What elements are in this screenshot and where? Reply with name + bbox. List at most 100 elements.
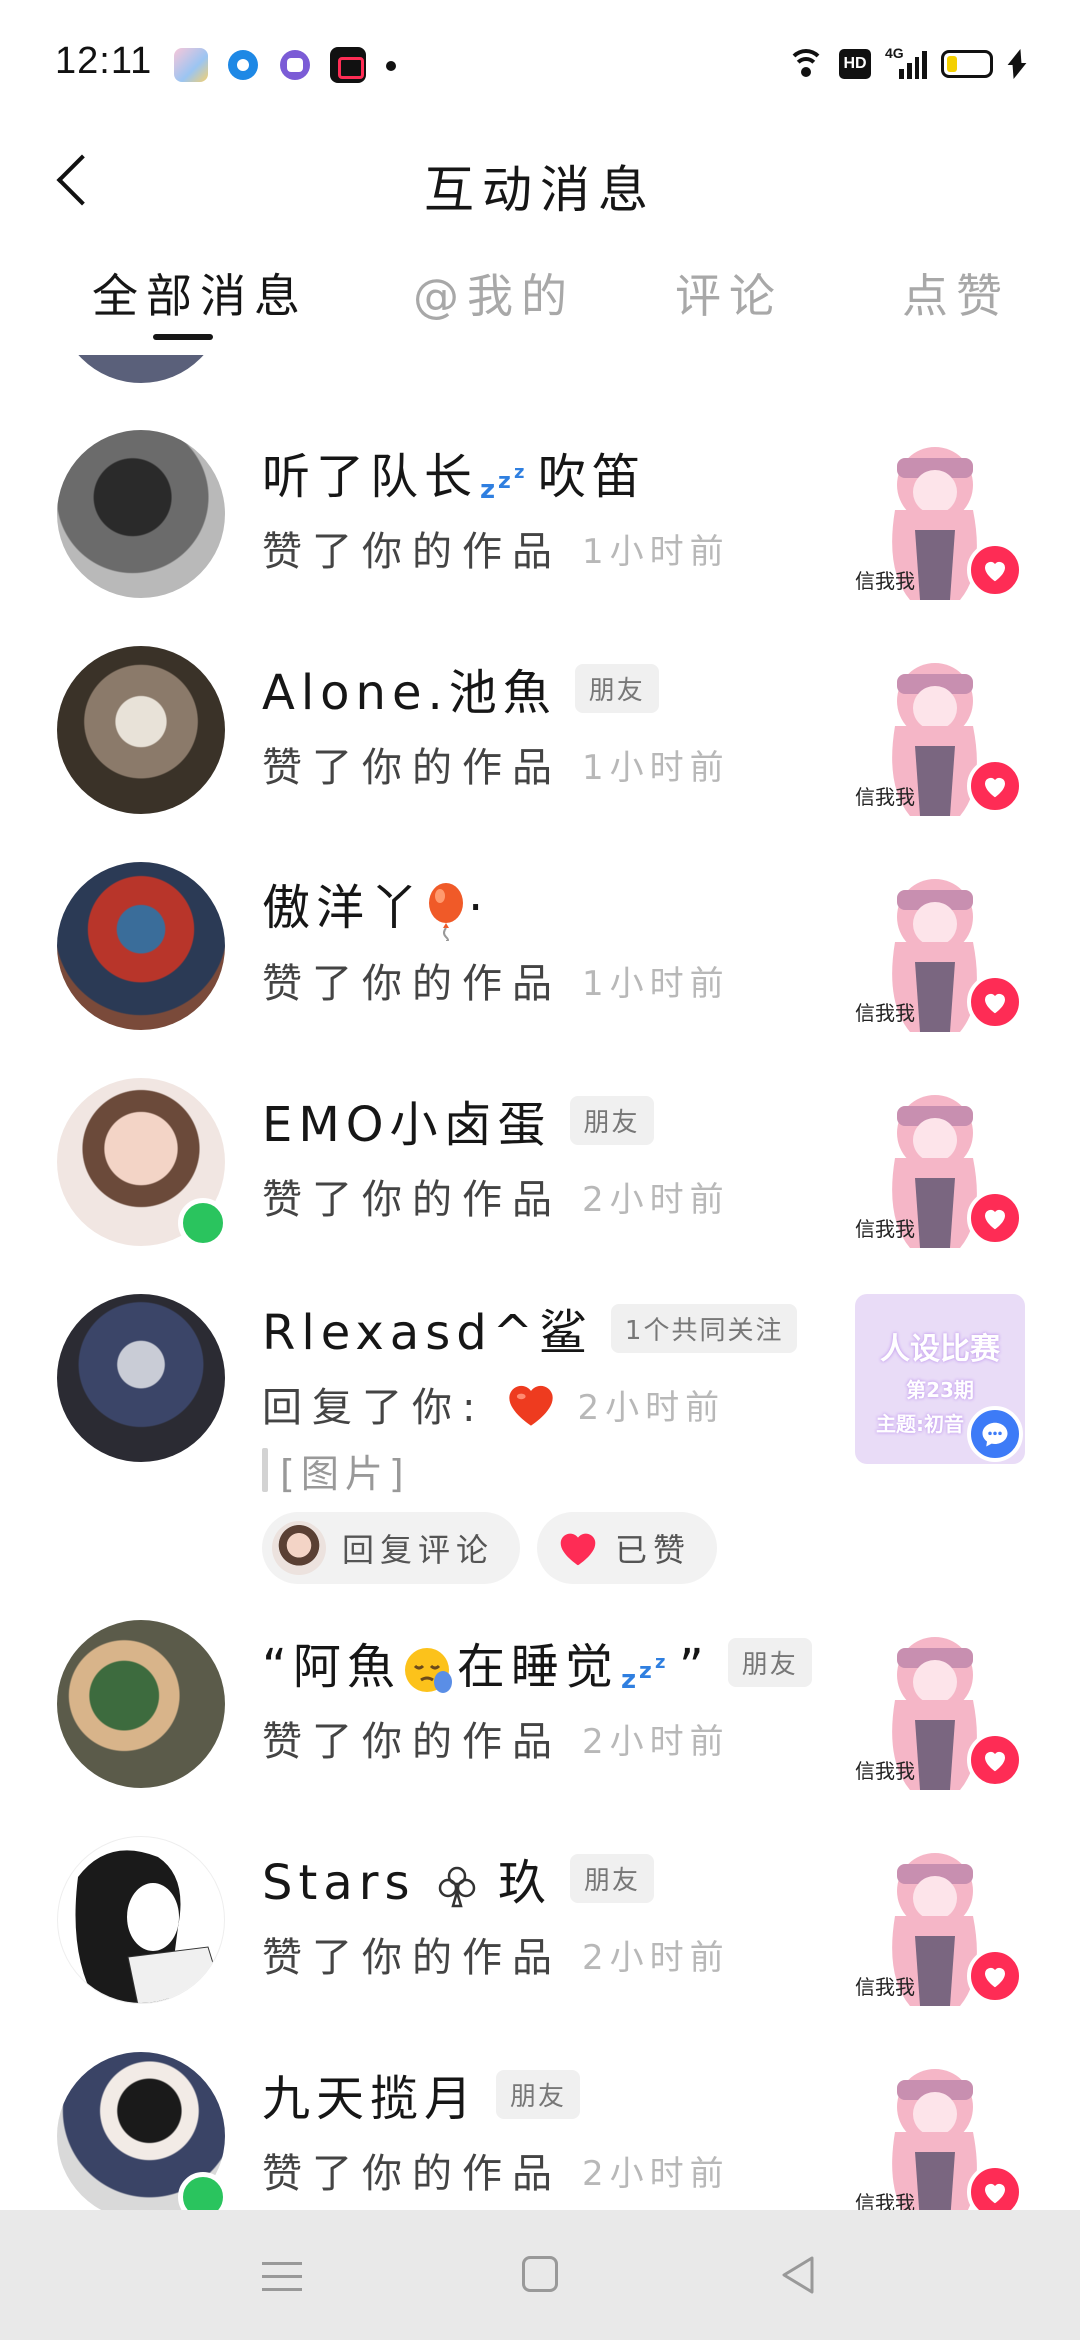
name-line: Stars 玖 朋友 (262, 1843, 655, 1913)
timestamp: 2小时前 (582, 1721, 730, 1762)
name-line: 傲洋丫 · (262, 872, 489, 941)
online-status-dot (178, 2172, 228, 2210)
mutual-follow-tag: 1个共同关注 (610, 1303, 798, 1353)
user-name[interactable]: 九天揽月 (262, 2059, 478, 2129)
svg-text:信我我: 信我我 (855, 1001, 915, 1025)
like-badge-icon (967, 1732, 1023, 1788)
recent-apps-icon[interactable] (262, 2260, 302, 2294)
avatar (57, 355, 225, 383)
list-item[interactable]: 听了队长 z z z 吹笛 赞了你的作品 1小时前 信我我 (0, 430, 1080, 610)
nav-back-icon[interactable] (778, 2254, 818, 2296)
name-line: EMO小卤蛋 朋友 (262, 1085, 654, 1155)
timestamp: 1小时前 (582, 747, 730, 788)
action-text: 赞了你的作品 (262, 1935, 562, 1981)
svg-text:z: z (514, 462, 530, 483)
more-notifications-dot (386, 61, 396, 71)
action-line: 赞了你的作品 2小时前 (262, 2142, 730, 2198)
action-text: 赞了你的作品 (262, 961, 562, 1007)
work-thumbnail[interactable]: 信我我 (855, 646, 1025, 816)
comment-badge-icon (967, 1406, 1023, 1462)
svg-text:z: z (655, 1652, 671, 1673)
app-notification-icon (280, 50, 310, 80)
charging-icon (1007, 49, 1025, 79)
action-line: 赞了你的作品 1小时前 (262, 736, 730, 792)
timestamp: 2小时前 (582, 1179, 730, 1220)
name-line: Rlexasd^鲨 1个共同关注 (262, 1293, 798, 1363)
user-name[interactable]: Stars 玖 (262, 1843, 552, 1913)
tab-bar: 全部消息 @我的 评论 点赞 (0, 248, 1080, 348)
like-badge-icon (967, 758, 1023, 814)
online-status-dot (178, 1198, 228, 1248)
header: 互动消息 (0, 120, 1080, 240)
timestamp: 2小时前 (582, 1937, 730, 1978)
user-name[interactable]: Alone.池魚 (262, 653, 557, 723)
action-text: 赞了你的作品 (262, 1719, 562, 1765)
wifi-icon (787, 49, 825, 79)
avatar[interactable] (57, 1620, 225, 1788)
heart-emoji-icon (509, 1385, 554, 1426)
status-bar: 12:11 HD 4G (0, 0, 1080, 120)
work-thumbnail[interactable]: 信我我 (855, 862, 1025, 1032)
club-icon (438, 1866, 475, 1908)
svg-text:信我我: 信我我 (855, 1975, 915, 1999)
app-notification-icon (174, 48, 208, 82)
like-badge-icon (967, 1190, 1023, 1246)
avatar[interactable] (57, 1836, 225, 2004)
user-name[interactable]: “阿魚 在睡觉 z z z” (262, 1627, 710, 1698)
heart-icon (560, 1533, 596, 1566)
quote-text: [图片] (280, 1451, 410, 1496)
friend-tag: 朋友 (727, 1637, 812, 1687)
svg-text:信我我: 信我我 (855, 1759, 915, 1783)
action-line: 赞了你的作品 1小时前 (262, 952, 730, 1008)
work-thumbnail[interactable]: 人设比赛 第23期 主题:初音 (855, 1294, 1025, 1464)
my-avatar (272, 1521, 326, 1575)
battery-icon (941, 50, 993, 78)
reply-comment-button[interactable]: 回复评论 (262, 1512, 521, 1584)
work-thumbnail[interactable]: 信我我 (855, 2052, 1025, 2210)
work-thumbnail[interactable]: 信我我 (855, 1836, 1025, 2006)
tab-comments[interactable]: 评论 (675, 260, 783, 326)
avatar[interactable] (57, 862, 225, 1030)
home-icon[interactable] (522, 2256, 558, 2292)
list-item[interactable]: 傲洋丫 · 赞了你的作品 1小时前 信我我 (0, 862, 1080, 1042)
list-item[interactable]: Alone.池魚 朋友 赞了你的作品 1小时前 信我我 (0, 646, 1080, 826)
system-nav-bar (0, 2210, 1080, 2340)
page-title: 互动消息 (424, 161, 656, 219)
list-item[interactable]: “阿魚 在睡觉 z z z” 朋友 赞了你的作品 2小时前 信我我 (0, 1620, 1080, 1800)
user-name[interactable]: Rlexasd^鲨 (262, 1293, 593, 1363)
status-time: 12:11 (55, 40, 153, 82)
list-item[interactable]: 九天揽月 朋友 赞了你的作品 2小时前 信我我 (0, 2052, 1080, 2210)
screen-record-icon (330, 47, 366, 83)
svg-text:信我我: 信我我 (855, 569, 915, 593)
tab-likes[interactable]: 点赞 (902, 260, 1010, 326)
work-thumbnail[interactable]: 信我我 (855, 430, 1025, 600)
thumbnail-title: 人设比赛 (880, 1332, 1000, 1367)
like-badge-icon (967, 974, 1023, 1030)
friend-tag: 朋友 (574, 663, 659, 713)
friend-tag: 朋友 (496, 2069, 581, 2119)
list-item[interactable]: Stars 玖 朋友 赞了你的作品 2小时前 信我我 (0, 1836, 1080, 2016)
avatar[interactable] (57, 1294, 225, 1462)
avatar[interactable] (57, 646, 225, 814)
work-thumbnail[interactable]: 信我我 (855, 1078, 1025, 1248)
user-name[interactable]: 听了队长 z z z 吹笛 (262, 437, 646, 507)
tab-mentions[interactable]: @我的 (413, 260, 575, 326)
action-text: 赞了你的作品 (262, 529, 562, 575)
sleepy-face-emoji-icon (404, 1647, 452, 1693)
user-name[interactable]: 傲洋丫 · (262, 868, 489, 941)
reply-comment-label: 回复评论 (342, 1531, 495, 1569)
name-line: 九天揽月 朋友 (262, 2059, 581, 2129)
liked-label: 已赞 (615, 1531, 692, 1569)
list-item[interactable]: EMO小卤蛋 朋友 赞了你的作品 2小时前 信我我 (0, 1078, 1080, 1258)
list-item-reply[interactable]: Rlexasd^鲨 1个共同关注 回复了你: 2小时前 [图片] 回复评论 已赞… (0, 1294, 1080, 1604)
timestamp: 2小时前 (577, 1387, 726, 1428)
avatar[interactable] (57, 430, 225, 598)
hd-icon: HD (839, 49, 871, 79)
work-thumbnail[interactable]: 信我我 (855, 1620, 1025, 1790)
timestamp: 2小时前 (582, 2153, 730, 2194)
user-name[interactable]: EMO小卤蛋 (262, 1085, 552, 1155)
tab-all[interactable]: 全部消息 (92, 260, 308, 326)
app-notification-icon (228, 50, 258, 80)
message-list[interactable]: 听了队长 z z z 吹笛 赞了你的作品 1小时前 信我我 Alone.池魚 朋友 赞了… (0, 355, 1080, 2210)
liked-button[interactable]: 已赞 (537, 1512, 718, 1584)
